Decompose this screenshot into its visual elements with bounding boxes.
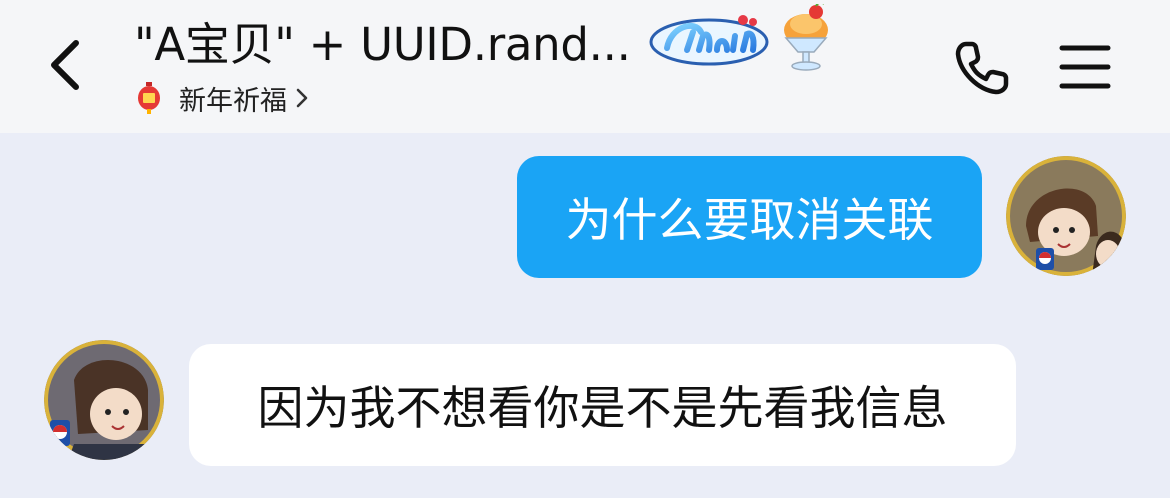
message-text: 为什么要取消关联 (565, 193, 934, 247)
incoming-message-bubble[interactable]: 因为我不想看你是不是先看我信息 (189, 344, 1016, 466)
message-text: 因为我不想看你是不是先看我信息 (257, 381, 948, 435)
outgoing-message-bubble[interactable]: 为什么要取消关联 (517, 156, 982, 278)
phone-icon[interactable] (952, 38, 1012, 98)
red-lantern-icon (138, 82, 160, 114)
contact-avatar[interactable] (44, 340, 164, 460)
chat-header: "A宝贝" + UUID.rand... 新年祈福 (0, 0, 1170, 133)
menu-icon[interactable] (1058, 40, 1112, 94)
my-avatar[interactable] (1006, 156, 1126, 276)
chat-title[interactable]: "A宝贝" + UUID.rand... (134, 17, 631, 73)
blessing-link[interactable]: 新年祈福 (137, 80, 309, 117)
chum-badge-icon (649, 15, 769, 66)
chevron-right-icon (296, 88, 308, 108)
back-button[interactable] (34, 30, 98, 100)
chevron-left-icon (51, 40, 79, 90)
ice-cream-sundae-icon (784, 4, 828, 71)
blessing-label: 新年祈福 (179, 85, 287, 117)
